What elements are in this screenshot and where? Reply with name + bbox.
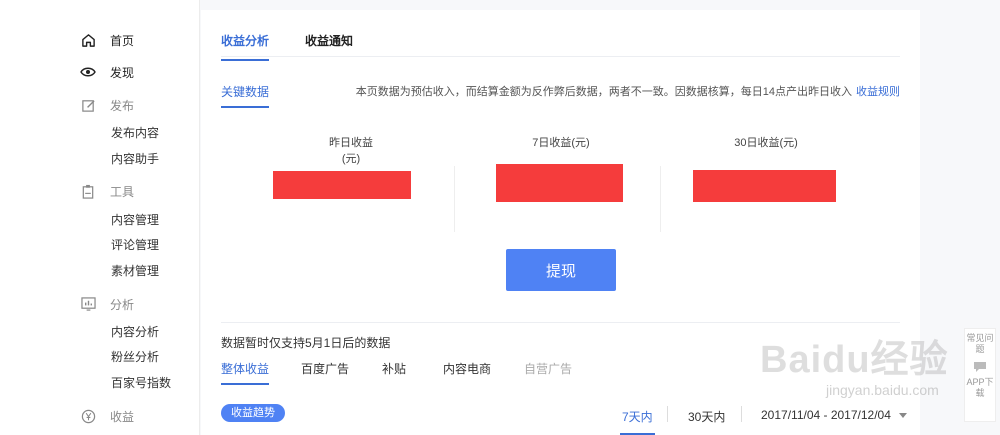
sidebar-item-label: 分析	[110, 297, 135, 312]
chat-icon	[974, 362, 986, 372]
caret-down-icon	[898, 413, 907, 419]
sidebar-item-publish[interactable]: 发布	[80, 95, 134, 115]
sidebar-item-tools[interactable]: 工具	[80, 181, 134, 201]
stat-label-30day: 30日收益(元)	[734, 137, 798, 149]
date-range-picker[interactable]: 2017/11/04 - 2017/12/04	[761, 408, 907, 422]
sidebar-sub-content-manage[interactable]: 内容管理	[111, 211, 159, 229]
divider	[660, 166, 661, 232]
sidebar-item-label: 工具	[110, 184, 135, 199]
stat-value-30day-redacted	[693, 170, 836, 202]
revenue-trend-pill: 收益趋势	[221, 404, 285, 422]
date-range-text: 2017/11/04 - 2017/12/04	[761, 408, 891, 422]
sidebar-item-revenue[interactable]: 收益	[80, 406, 134, 426]
notice-text: 本页数据为预估收入，而结算金额为反作弊后数据，两者不一致。因数据核算，每日14点…	[355, 86, 852, 98]
home-icon	[80, 32, 96, 48]
stat-value-yesterday-redacted	[273, 171, 411, 199]
sidebar-item-label: 收益	[110, 409, 135, 424]
sidebar-sub-fans-analysis[interactable]: 粉丝分析	[111, 348, 159, 366]
range-30-days[interactable]: 30天内	[688, 408, 725, 425]
sidebar-sub-publish-content[interactable]: 发布内容	[111, 124, 159, 142]
revenue-notice-text: 本页数据为预估收入，而结算金额为反作弊后数据，两者不一致。因数据核算，每日14点…	[356, 83, 900, 99]
withdraw-button[interactable]: 提现	[506, 249, 616, 291]
tab-subsidy[interactable]: 补贴	[382, 360, 406, 377]
divider	[741, 406, 742, 422]
range-7-days[interactable]: 7天内	[620, 408, 655, 435]
tab-baidu-ads[interactable]: 百度广告	[301, 360, 349, 377]
sidebar-item-label: 发现	[110, 65, 135, 80]
faq-link[interactable]: 常见问题	[965, 333, 995, 355]
eye-icon	[80, 64, 96, 80]
chart-icon	[80, 296, 96, 312]
stat-value-7day-redacted	[496, 164, 623, 202]
sidebar-sub-content-analysis[interactable]: 内容分析	[111, 323, 159, 341]
divider	[667, 406, 668, 422]
divider	[221, 322, 900, 323]
divider	[221, 56, 900, 57]
sidebar: 首页 发现 发布 发布内容 内容助手 工具 内容管理 评论管理 素材管理 分析 …	[0, 0, 200, 435]
stat-label-7day: 7日收益(元)	[532, 137, 590, 149]
revenue-rules-link[interactable]: 收益规则	[856, 86, 900, 98]
app-download-link[interactable]: APP下载	[965, 377, 995, 399]
clipboard-icon	[80, 183, 96, 199]
sidebar-item-analysis[interactable]: 分析	[80, 294, 134, 314]
tab-overall-revenue[interactable]: 整体收益	[221, 360, 270, 385]
tab-revenue-analysis[interactable]: 收益分析	[221, 32, 270, 61]
sidebar-item-discover[interactable]: 发现	[80, 62, 134, 82]
sidebar-sub-comment-manage[interactable]: 评论管理	[111, 236, 159, 254]
tab-key-data[interactable]: 关键数据	[221, 83, 270, 108]
edit-icon	[80, 97, 96, 113]
sidebar-item-label: 首页	[110, 33, 135, 48]
sidebar-sub-material-manage[interactable]: 素材管理	[111, 262, 159, 280]
stat-label-yesterday: 昨日收益(元)	[329, 137, 373, 165]
tab-revenue-notice[interactable]: 收益通知	[305, 32, 353, 49]
divider	[454, 166, 455, 232]
data-range-note: 数据暂时仅支持5月1日后的数据	[221, 336, 391, 350]
sidebar-item-home[interactable]: 首页	[80, 30, 134, 50]
tab-content-ecommerce[interactable]: 内容电商	[443, 360, 491, 377]
yuan-icon	[80, 408, 96, 424]
sidebar-sub-baijiahao-index[interactable]: 百家号指数	[111, 374, 171, 392]
sidebar-sub-content-assistant[interactable]: 内容助手	[111, 150, 159, 168]
floating-help-widget: 常见问题 APP下载	[964, 328, 996, 422]
main-panel: 收益分析 收益通知 关键数据 本页数据为预估收入，而结算金额为反作弊后数据，两者…	[201, 10, 920, 435]
sidebar-item-label: 发布	[110, 98, 135, 113]
tab-self-ads[interactable]: 自营广告	[524, 360, 572, 377]
